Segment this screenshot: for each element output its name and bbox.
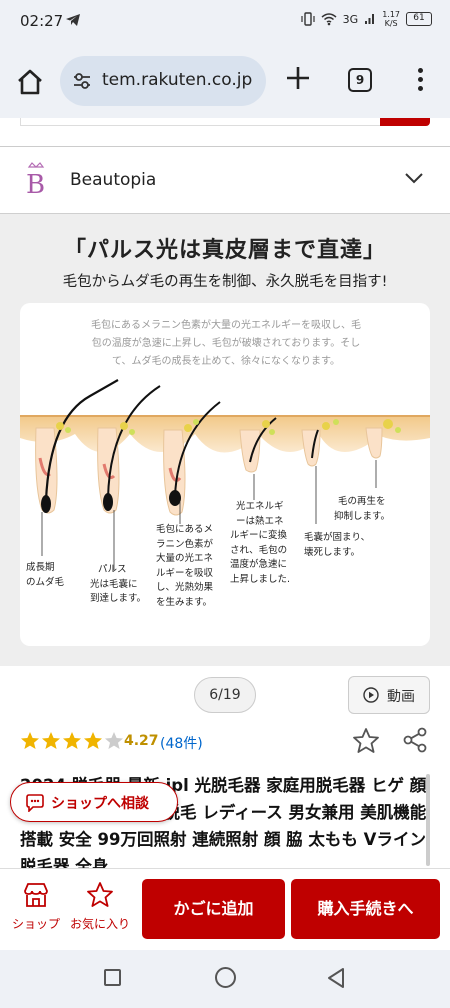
browser-toolbar: tem.rakuten.co.jp 9 [0, 44, 450, 118]
star-icon [21, 732, 39, 749]
home-circle-icon[interactable] [215, 967, 236, 988]
add-to-cart-button[interactable]: かごに追加 [142, 879, 285, 939]
site-settings-icon[interactable] [72, 72, 92, 90]
new-tab-icon[interactable] [284, 64, 312, 92]
rating-value: 4.27 [124, 733, 159, 749]
home-icon[interactable] [14, 66, 46, 98]
status-time: 02:27 [20, 12, 64, 30]
diagram-label-energy: 光エネルギ ーは熱エネ ルギーに変換 され、毛包の 温度が急速に 上昇しました. [230, 501, 291, 585]
image-description: 毛包にあるメラニン色素が大量の光エネルギーを吸収し、毛 包の温度が急速に上昇し、… [91, 320, 361, 367]
diagram-label-pulse: パルス 光は毛嚢に 到達します。 [90, 564, 147, 604]
vibrate-icon [301, 12, 315, 26]
video-button[interactable]: 動画 [348, 676, 430, 714]
diagram-label-melanin: 毛包にあるメ ラニン色素が 大量の光エネ ルギーを吸収 し、光熱効果 を生みます。 [156, 524, 214, 608]
image-diagram-card: 毛包にあるメラニン色素が大量の光エネルギーを吸収し、毛 包の温度が急速に上昇し、… [20, 303, 430, 646]
telegram-icon [66, 14, 80, 26]
net-speed: 1.17 K/S [382, 10, 400, 28]
chevron-down-icon[interactable] [404, 171, 424, 185]
star-icon [63, 732, 81, 749]
bottom-action-bar: ショップ お気に入り かごに追加 購入手続きへ [0, 868, 450, 950]
shop-logo: B [26, 162, 45, 197]
tab-switcher-button[interactable]: 9 [348, 68, 372, 92]
image-title: 「パルス光は真皮層まで直達」 [63, 238, 386, 263]
image-subtitle: 毛包からムダ毛の再生を制御、永久脱毛を目指す! [62, 274, 388, 290]
video-label: 動画 [387, 689, 415, 705]
star-icon [84, 732, 102, 749]
product-image[interactable]: 「パルス光は真皮層まで直達」 毛包からムダ毛の再生を制御、永久脱毛を目指す! 毛… [0, 214, 450, 666]
title-scrollbar[interactable] [426, 774, 430, 866]
favorite-star-icon[interactable] [352, 727, 380, 754]
shop-button[interactable]: ショップ [4, 881, 68, 932]
svg-text:B: B [26, 170, 45, 197]
consult-label: ショップへ相談 [51, 796, 149, 812]
chat-icon [26, 794, 44, 812]
diagram-label-necrosis: 毛嚢が固まり、 壊死します。 [304, 532, 371, 558]
signal-icon [365, 14, 375, 24]
review-count-link[interactable]: (48件) [160, 733, 203, 753]
status-bar: 02:27 3G 1.17 K/S 61 [0, 0, 450, 44]
search-bar-remnant [0, 118, 450, 148]
shop-consult-button[interactable]: ショップへ相談 [10, 782, 178, 822]
star-outline-icon [87, 882, 113, 907]
share-icon[interactable] [402, 727, 428, 753]
recent-apps-icon[interactable] [104, 969, 121, 986]
android-nav-bar [0, 950, 450, 1008]
star-icon [42, 732, 60, 749]
favorite-button[interactable]: お気に入り [68, 881, 132, 932]
search-button-edge[interactable] [380, 118, 430, 126]
network-type: 3G [342, 12, 359, 26]
url-text: tem.rakuten.co.jp [102, 70, 253, 90]
back-icon[interactable] [326, 967, 346, 989]
status-icons: 3G 1.17 K/S 61 [301, 10, 432, 28]
play-icon [363, 687, 379, 703]
shop-header[interactable]: B Beautopia [0, 147, 450, 213]
star-empty-icon [105, 732, 123, 749]
address-bar[interactable]: tem.rakuten.co.jp [60, 56, 266, 106]
shop-label: ショップ [11, 917, 60, 931]
favorite-label: お気に入り [69, 917, 130, 931]
rating-stars[interactable] [20, 731, 124, 750]
checkout-button[interactable]: 購入手続きへ [291, 879, 440, 939]
image-pager: 6/19 [194, 677, 256, 713]
diagram-label-growth: 成長期 のムダ毛 [26, 562, 65, 588]
browser-menu-icon[interactable] [412, 68, 428, 94]
search-input-edge[interactable] [20, 118, 380, 126]
diagram-label-inhibit: 毛の再生を 抑制します。 [334, 496, 391, 522]
shop-icon [24, 883, 48, 907]
shop-name: Beautopia [70, 170, 157, 190]
wifi-icon [321, 13, 337, 26]
battery-icon: 61 [406, 12, 432, 26]
